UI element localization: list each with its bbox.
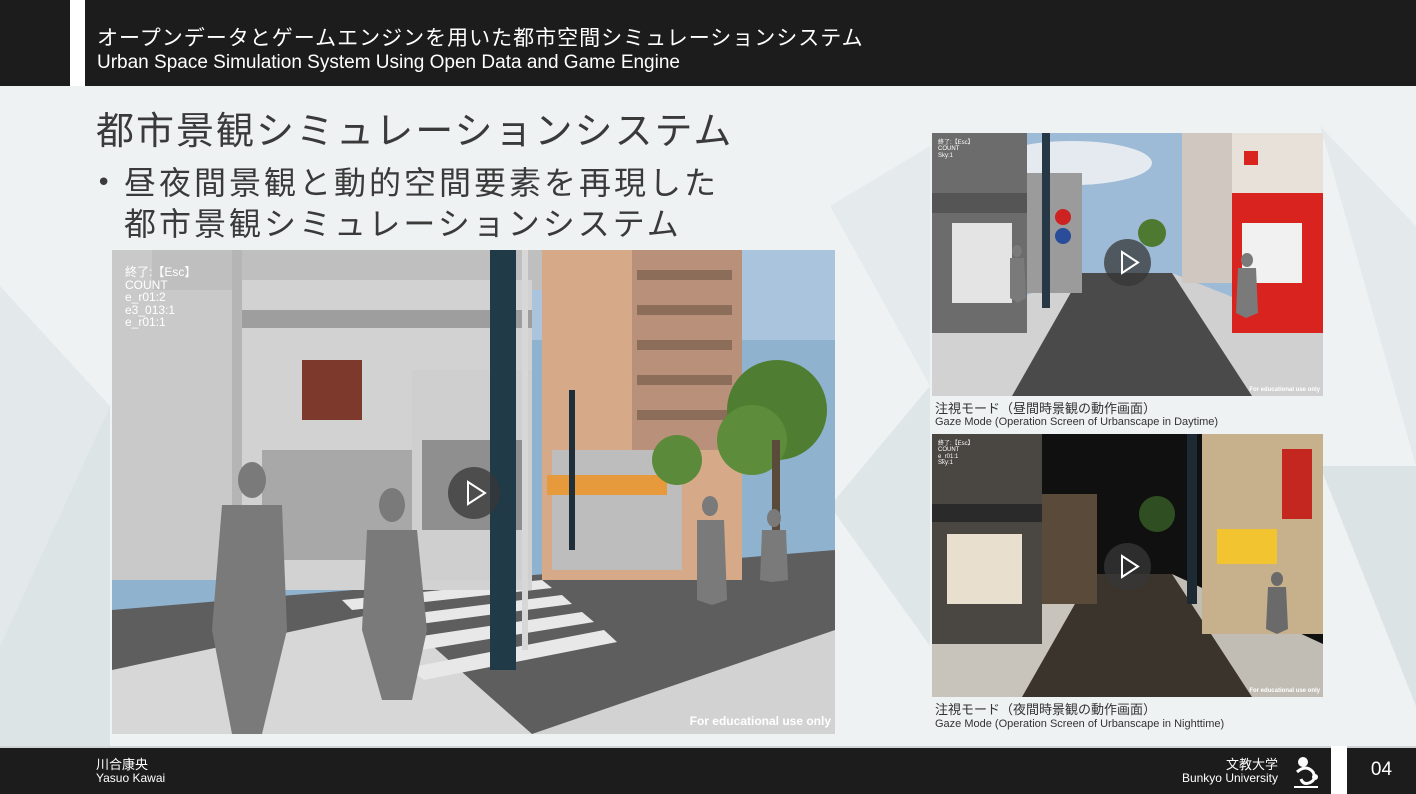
hud-line: e_r01:1 <box>125 315 166 330</box>
main-video-player[interactable]: 終了:【Esc】 COUNT e_r01:2 e3_013:1 e_r01:1 … <box>112 250 835 734</box>
daytime-caption-en: Gaze Mode (Operation Screen of Urbanscap… <box>935 416 1219 428</box>
hud-line: Sky:1 <box>938 152 954 159</box>
daytime-caption-jp: 注視モード（昼間時景観の動作画面） <box>935 402 1157 417</box>
nighttime-caption-en: Gaze Mode (Operation Screen of Urbanscap… <box>935 718 1225 730</box>
slide-footer: 川合康央 Yasuo Kawai 文教大学 Bunkyo University … <box>0 746 1416 794</box>
main-video-watermark: For educational use only <box>689 714 831 728</box>
slide-header: オープンデータとゲームエンジンを用いた都市空間シミュレーションシステム Urba… <box>0 0 1416 86</box>
header-title-en: Urban Space Simulation System Using Open… <box>97 52 680 73</box>
header-title-jp: オープンデータとゲームエンジンを用いた都市空間シミュレーションシステム <box>97 26 864 50</box>
hud-line: Sky:1 <box>938 459 954 466</box>
page-number: 04 <box>1370 759 1393 780</box>
author-name-en: Yasuo Kawai <box>96 771 166 785</box>
nighttime-video-play-button[interactable] <box>1104 543 1151 590</box>
page-number-accent <box>1331 746 1347 794</box>
nighttime-video-hud: 終了:【Esc】 COUNT e_r01:1 Sky:1 <box>938 441 974 466</box>
header-accent-bar <box>70 0 85 86</box>
hud-line: 終了:【Esc】 <box>125 265 197 279</box>
daytime-video-player[interactable]: 終了:【Esc】 COUNT Sky:1 For educational use… <box>932 133 1323 396</box>
bullet-text: 昼夜間景観と動的空間要素を再現した 都市景観シミュレーションシステム <box>124 163 719 245</box>
university-logo-icon <box>1294 757 1318 788</box>
bullet-line-2: 都市景観シミュレーションシステム <box>124 205 682 243</box>
play-icon <box>1121 554 1140 579</box>
slide-title: 都市景観シミュレーションシステム <box>96 109 734 153</box>
daytime-video-play-button[interactable] <box>1104 239 1151 286</box>
hud-line: e_r01:2 <box>125 290 166 305</box>
university-name-en: Bunkyo University <box>1181 771 1278 785</box>
nighttime-video-player[interactable]: 終了:【Esc】 COUNT e_r01:1 Sky:1 For educati… <box>932 434 1323 697</box>
main-video-play-button[interactable] <box>448 467 500 519</box>
bullet-dot: • <box>96 168 115 198</box>
bullet-line-1: 昼夜間景観と動的空間要素を再現した <box>124 164 720 202</box>
nighttime-video-watermark: For educational use only <box>1249 688 1320 694</box>
footer-divider <box>0 746 1416 748</box>
nighttime-caption-jp: 注視モード（夜間時景観の動作画面） <box>935 703 1157 718</box>
main-video-hud: 終了:【Esc】 COUNT e_r01:2 e3_013:1 e_r01:1 <box>125 266 196 329</box>
play-icon <box>1121 250 1140 275</box>
play-icon <box>467 480 487 506</box>
daytime-video-watermark: For educational use only <box>1249 387 1320 393</box>
daytime-video-hud: 終了:【Esc】 COUNT Sky:1 <box>938 140 974 159</box>
